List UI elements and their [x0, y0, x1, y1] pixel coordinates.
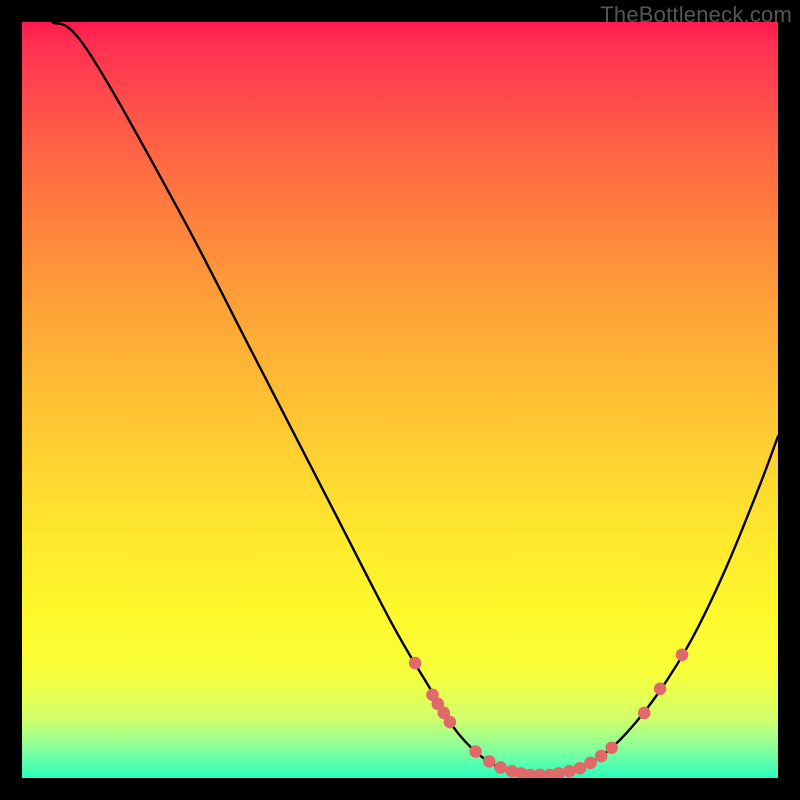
- data-dot: [469, 745, 482, 758]
- data-dot: [483, 755, 496, 768]
- data-dot: [638, 707, 651, 720]
- data-dot: [584, 757, 597, 770]
- data-dot: [654, 682, 667, 695]
- data-dot: [494, 761, 507, 774]
- data-dot: [605, 741, 618, 754]
- data-dots: [409, 648, 688, 778]
- watermark-text: TheBottleneck.com: [600, 2, 792, 28]
- data-dot: [444, 716, 457, 729]
- data-dot: [595, 750, 608, 763]
- plot-area: [22, 22, 778, 778]
- chart-container: TheBottleneck.com: [0, 0, 800, 800]
- chart-svg: [22, 22, 778, 778]
- data-dot: [676, 648, 689, 661]
- data-dot: [409, 657, 422, 670]
- data-dot: [563, 765, 576, 778]
- data-dot: [552, 767, 565, 778]
